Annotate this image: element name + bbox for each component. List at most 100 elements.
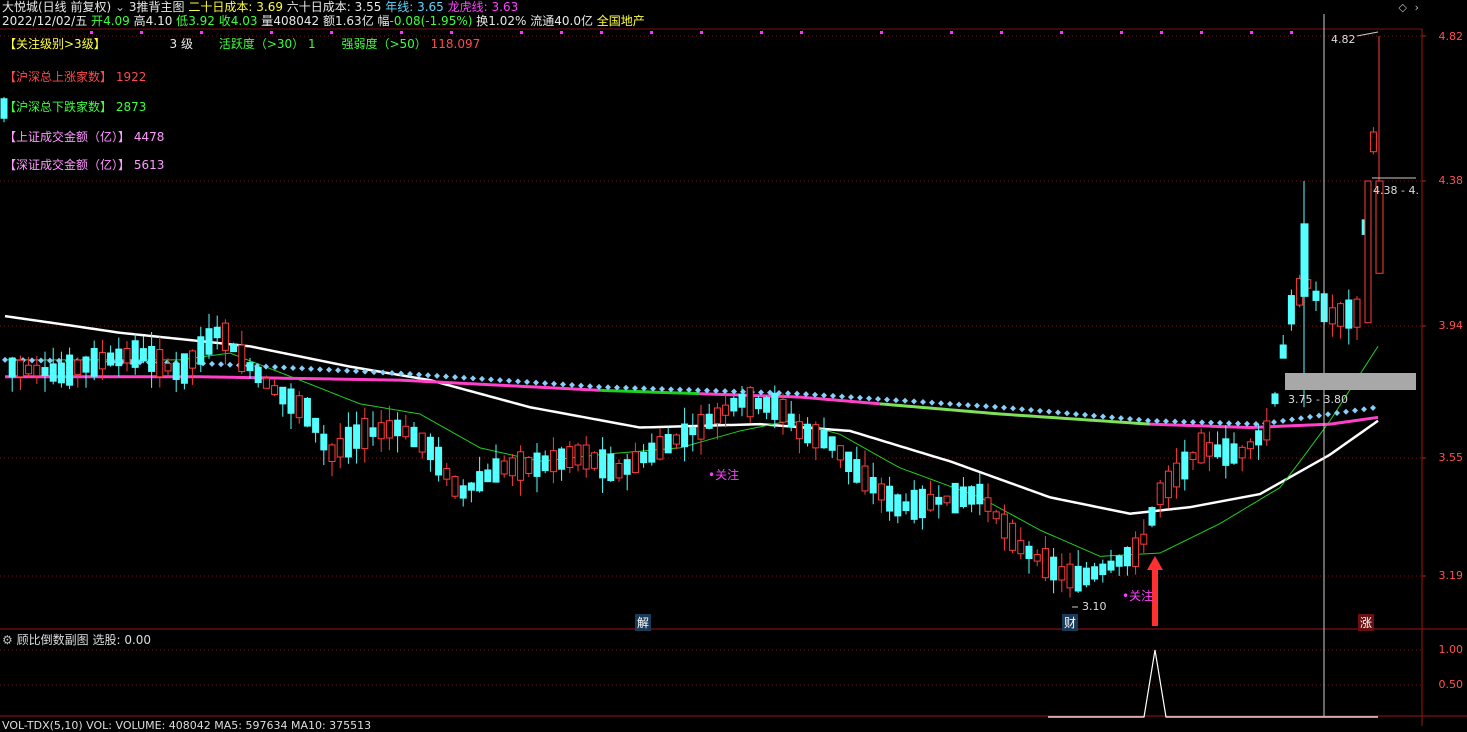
candle-body	[1345, 299, 1353, 329]
candle-body	[312, 417, 320, 433]
candle-body	[943, 495, 951, 504]
stock-name[interactable]: 大悦城(日线 前复权)	[2, 0, 111, 14]
candle-body	[1082, 567, 1090, 586]
yearline-dot	[956, 401, 962, 408]
candle-body	[107, 352, 115, 366]
candle-body	[197, 336, 205, 365]
float-label: 流通	[530, 14, 555, 28]
high-value: 4.10	[145, 14, 173, 28]
candle-body	[1132, 537, 1140, 567]
open-label: 开	[91, 14, 104, 28]
low-price-mark: 3.10	[1082, 600, 1107, 613]
yearline-value: 3.65	[417, 0, 444, 14]
chevron-down-icon[interactable]: ⌄	[115, 0, 125, 14]
signal-dot	[700, 31, 703, 34]
candle-body	[123, 347, 131, 364]
sub-chart-name[interactable]: 顾比倒数副图	[17, 633, 89, 647]
event-marker-finance[interactable]: 财	[1062, 614, 1079, 631]
candle-body	[812, 424, 820, 449]
candle-body	[1025, 545, 1033, 560]
price-tick: 4.82	[1438, 30, 1464, 43]
high-pointer	[1356, 31, 1379, 37]
candle-body	[1214, 444, 1222, 458]
strength-label: 强弱度（>50）	[341, 37, 427, 51]
up-count-label: 【沪深总上涨家数】	[4, 70, 113, 84]
candle-body	[730, 397, 738, 412]
candle-body	[131, 340, 139, 368]
candle-body	[1074, 565, 1082, 592]
yearline-dot	[965, 402, 971, 409]
chevron-right-icon[interactable]: ›	[1415, 1, 1419, 14]
gear-icon[interactable]: ⚙	[2, 633, 13, 647]
candle-body	[90, 348, 98, 377]
yearline-dot	[263, 363, 269, 370]
cost20-value: 3.69	[256, 0, 283, 14]
signal-dot	[800, 31, 803, 34]
diamond-icon[interactable]: ◇	[1399, 1, 1407, 14]
yearline-dot	[227, 361, 233, 368]
change-label: 幅	[377, 14, 390, 28]
event-marker-unlock[interactable]: 解	[635, 614, 652, 631]
yearline-dot	[506, 377, 512, 384]
yearline-dot	[947, 400, 953, 407]
signal-dot	[450, 31, 453, 34]
sub-tick: 1.00	[1438, 643, 1464, 656]
candle-body	[254, 366, 262, 384]
yearline-dot	[425, 372, 431, 379]
candle-body	[1115, 555, 1123, 567]
candle-body	[574, 444, 582, 466]
yearline-dot	[1091, 412, 1097, 419]
candle-body	[221, 322, 229, 351]
candle-body	[74, 359, 82, 376]
candle-body	[246, 362, 254, 372]
dragon-label: 龙虎线:	[447, 0, 488, 14]
cost60-value: 3.55	[354, 0, 382, 14]
sub-signal-line	[1048, 649, 1378, 718]
candle-body	[1246, 441, 1254, 450]
candle-body	[804, 423, 812, 444]
candle-body	[918, 488, 926, 519]
high-price-mark: 4.82	[1331, 33, 1356, 46]
dragon-line-green	[599, 388, 701, 396]
sub-tick: 0.50	[1438, 678, 1464, 691]
yearline-dot	[470, 375, 476, 382]
event-marker-rise[interactable]: 涨	[1358, 614, 1375, 631]
candle-body	[476, 471, 484, 492]
candle-body	[172, 362, 180, 381]
sz-amount-value: 5613	[133, 158, 165, 172]
candle-body	[959, 486, 967, 508]
yearline-dot	[452, 374, 458, 381]
candle-body	[935, 496, 943, 505]
volume-label: 量	[261, 14, 274, 28]
candle-body	[746, 387, 754, 418]
candle-body	[394, 419, 402, 437]
yearline-dot	[866, 395, 872, 402]
yearline-dot	[1316, 412, 1322, 419]
indicator-name[interactable]: 3推背主图	[129, 0, 185, 14]
yearline-dot	[29, 357, 35, 364]
sz-amount-row: 【深证成交金额（亿）】 5613	[4, 156, 164, 173]
candle-body	[672, 434, 680, 445]
signal-dot	[950, 31, 953, 34]
candle-body	[697, 414, 705, 440]
candle-body	[303, 397, 311, 427]
yearline-dot	[1343, 408, 1349, 415]
candle-body	[558, 448, 566, 470]
candle-body	[1312, 290, 1320, 301]
signal-dot	[560, 31, 563, 34]
candle-body	[1205, 442, 1213, 457]
yearline-dot	[992, 403, 998, 410]
yearline-dot	[1082, 411, 1088, 418]
price-tick: 3.94	[1438, 319, 1464, 332]
signal-dot	[200, 31, 203, 34]
candle-body	[1050, 556, 1058, 581]
kline-chart-canvas[interactable]	[0, 0, 1467, 726]
sector-tag[interactable]: 全国地产	[597, 14, 645, 28]
candle-body	[1337, 303, 1345, 327]
candle-body	[1156, 482, 1164, 506]
activity-value: 1	[307, 37, 316, 51]
candle-body	[779, 398, 787, 423]
candle-body	[500, 460, 508, 475]
candle-body	[549, 450, 557, 473]
up-count-row: 【沪深总上涨家数】 1922	[4, 68, 146, 85]
